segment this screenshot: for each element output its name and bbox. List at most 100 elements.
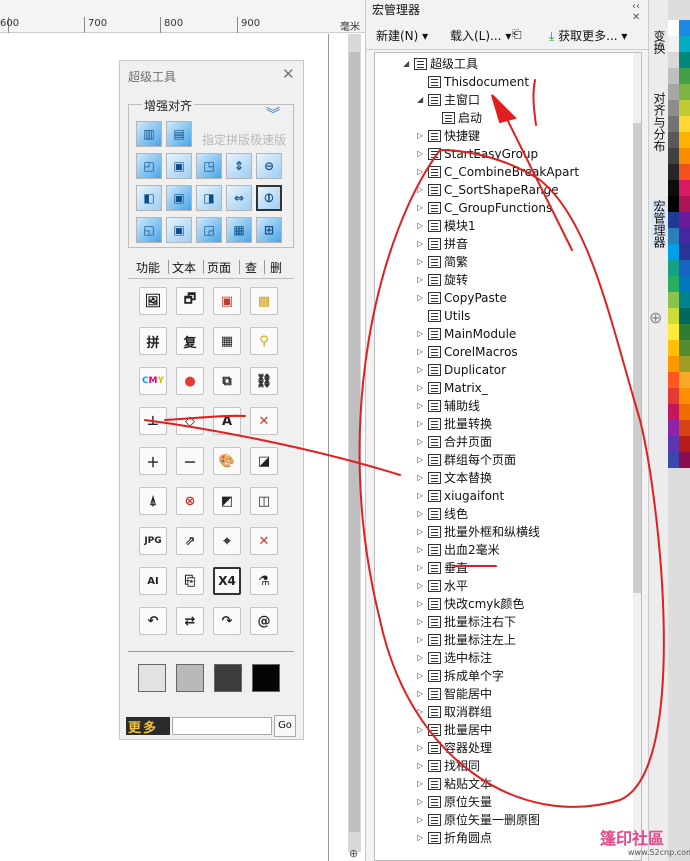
get-more-button[interactable]: ⤓ 获取更多... ▾ (549, 27, 627, 44)
palette-swatch[interactable] (679, 212, 690, 228)
palette-swatch[interactable] (668, 212, 679, 228)
palette-swatch[interactable] (668, 244, 679, 260)
jpg-button[interactable]: JPG (139, 527, 167, 555)
align-rows-button[interactable]: ▤ (166, 121, 192, 147)
tree-collapsed-icon[interactable]: ▷ (417, 127, 427, 145)
tab-find[interactable]: 查 (245, 259, 257, 276)
tree-collapsed-icon[interactable]: ▷ (417, 289, 427, 307)
palette-swatch[interactable] (679, 196, 690, 212)
tree-collapsed-icon[interactable]: ▷ (417, 577, 427, 595)
palette-swatch[interactable] (668, 324, 679, 340)
tree-collapsed-icon[interactable]: ▷ (417, 199, 427, 217)
more-label[interactable]: 更多 (126, 717, 170, 736)
tree-collapsed-icon[interactable]: ▷ (417, 361, 427, 379)
swap-button[interactable]: ⇄ (176, 607, 204, 635)
properties-icon[interactable]: ⎗ (512, 27, 522, 42)
palette-swatch[interactable] (679, 244, 690, 260)
tree-collapsed-icon[interactable]: ▷ (417, 325, 427, 343)
add-docker-icon[interactable]: ⊕ (649, 308, 662, 327)
palette-swatch[interactable] (679, 404, 690, 420)
palette-swatch[interactable] (668, 340, 679, 356)
tab-align-distribute[interactable]: 对齐与分布 (651, 92, 668, 152)
palette-swatch[interactable] (668, 100, 679, 116)
ruler-dimension-button[interactable]: ⊥ (139, 407, 167, 435)
tree-collapsed-icon[interactable]: ▷ (417, 379, 427, 397)
tree-collapsed-icon[interactable]: ▷ (417, 181, 427, 199)
qr-image-button[interactable]: ▩ (250, 287, 278, 315)
palette-swatch[interactable] (679, 308, 690, 324)
palette-swatch[interactable] (668, 52, 679, 68)
palette-swatch[interactable] (668, 36, 679, 52)
tree-collapsed-icon[interactable]: ▷ (417, 145, 427, 163)
cmyk-button[interactable]: CMY (139, 367, 167, 395)
order-front-button[interactable]: ◩ (213, 487, 241, 515)
palette-swatch[interactable] (679, 340, 690, 356)
palette-swatch[interactable] (668, 436, 679, 452)
palette-swatch[interactable] (679, 100, 690, 116)
select-center-button[interactable]: ⌖ (213, 527, 241, 555)
swatch-black[interactable] (252, 664, 280, 692)
zoom-icon[interactable]: ⊕ (349, 847, 358, 860)
tree-collapsed-icon[interactable]: ▷ (417, 415, 427, 433)
tab-delete[interactable]: 删 (270, 259, 282, 276)
palette-swatch[interactable] (679, 420, 690, 436)
tree-collapsed-icon[interactable]: ▷ (417, 685, 427, 703)
center-vertical-button[interactable]: ⊖ (256, 153, 282, 179)
to-back-button[interactable]: ◪ (250, 447, 278, 475)
canvas-scrollbar-thumb[interactable] (349, 52, 360, 832)
palette-button[interactable]: 🎨 (213, 447, 241, 475)
palette-swatch[interactable] (679, 20, 690, 36)
palette-swatch[interactable] (679, 84, 690, 100)
magnify-button[interactable]: ⚲ (250, 327, 278, 355)
palette-swatch[interactable] (679, 372, 690, 388)
rgb-button[interactable]: ● (176, 367, 204, 395)
palette-swatch[interactable] (668, 132, 679, 148)
align-top-right-button[interactable]: ◳ (196, 153, 222, 179)
palette-swatch[interactable] (668, 388, 679, 404)
palette-swatch[interactable] (679, 148, 690, 164)
new-button[interactable]: 新建(N) ▾ (376, 27, 428, 44)
palette-swatch[interactable] (668, 452, 679, 468)
plus-scale-button[interactable]: ＋ (139, 447, 167, 475)
tree-collapsed-icon[interactable]: ▷ (417, 541, 427, 559)
tree-collapsed-icon[interactable]: ▷ (417, 631, 427, 649)
palette-swatch[interactable] (668, 116, 679, 132)
close-icon[interactable]: ✕ (282, 65, 295, 83)
tab-text[interactable]: 文本 (172, 259, 196, 276)
tree-collapsed-icon[interactable]: ▷ (417, 163, 427, 181)
palette-swatch[interactable] (668, 68, 679, 84)
tree-collapsed-icon[interactable]: ▷ (417, 523, 427, 541)
grid-arrange-button[interactable]: ▦ (226, 217, 252, 243)
palette-swatch[interactable] (668, 84, 679, 100)
tab-macro-manager[interactable]: 宏管理器 (651, 200, 668, 248)
palette-swatch[interactable] (679, 68, 690, 84)
link-break-button[interactable]: ⛓ (250, 367, 278, 395)
palette-swatch[interactable] (679, 436, 690, 452)
tree-collapsed-icon[interactable]: ▷ (417, 613, 427, 631)
distribute-horizontal-button[interactable]: ⇕ (226, 153, 252, 179)
center-horizontal-button[interactable]: ⦶ (256, 185, 282, 211)
flask-button[interactable]: ⚗ (250, 567, 278, 595)
align-columns-button[interactable]: ▥ (136, 121, 162, 147)
swatch-gray[interactable] (176, 664, 204, 692)
tree-expanded-icon[interactable]: ◢ (403, 55, 413, 73)
palette-swatch[interactable] (668, 180, 679, 196)
palette-swatch[interactable] (679, 180, 690, 196)
tree-collapsed-icon[interactable]: ▷ (417, 595, 427, 613)
palette-swatch[interactable] (668, 164, 679, 180)
palette-swatch[interactable] (679, 36, 690, 52)
qr-code-button[interactable]: ▦ (213, 327, 241, 355)
x4-button[interactable]: X4 (213, 567, 241, 595)
align-middle-right-button[interactable]: ◨ (196, 185, 222, 211)
palette-swatch[interactable] (668, 404, 679, 420)
fast-layout-label[interactable]: 指定拼版极速版 (202, 131, 286, 148)
tree-collapsed-icon[interactable]: ▷ (417, 739, 427, 757)
tab-page[interactable]: 页面 (207, 259, 231, 276)
tree-collapsed-icon[interactable]: ▷ (417, 505, 427, 523)
duplicate-button[interactable]: 复 (176, 327, 204, 355)
delete-copy-button[interactable]: ✕ (250, 527, 278, 555)
tree-collapsed-icon[interactable]: ▷ (417, 559, 427, 577)
minus-scale-button[interactable]: － (176, 447, 204, 475)
tree-collapsed-icon[interactable]: ▷ (417, 811, 427, 829)
palette-swatch[interactable] (668, 228, 679, 244)
